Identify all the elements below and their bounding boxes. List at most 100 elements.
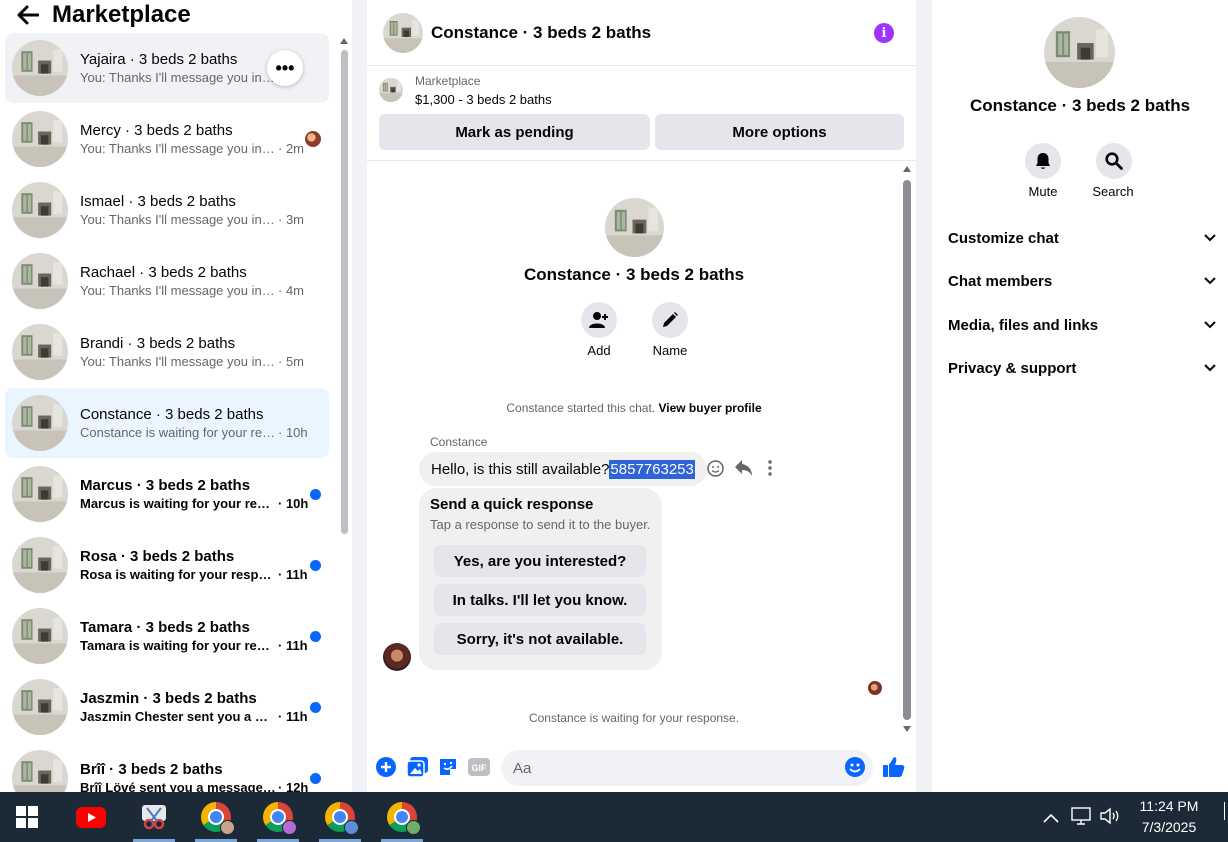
conversation-item[interactable]: Rosa · 3 beds 2 baths Rosa is waiting for…: [5, 530, 329, 600]
conversation-item[interactable]: Marcus · 3 beds 2 baths Marcus is waiting…: [5, 459, 329, 529]
mute-button[interactable]: [1025, 143, 1061, 179]
conversation-preview-line: Tamara is waiting for your resp... · 11h: [80, 637, 310, 655]
conversation-avatar: [12, 537, 68, 593]
intro-avatar[interactable]: [605, 198, 664, 257]
more-actions-icon[interactable]: [767, 460, 773, 481]
conversation-more-button[interactable]: •••: [267, 50, 303, 86]
conversation-name: Ismael · 3 beds 2 baths: [80, 192, 236, 210]
chat-title[interactable]: Constance · 3 beds 2 baths: [431, 23, 651, 43]
selected-phone-number[interactable]: 5857763253: [609, 459, 695, 479]
conversation-item[interactable]: Tamara · 3 beds 2 baths Tamara is waiting…: [5, 601, 329, 671]
conversation-item[interactable]: Constance · 3 beds 2 baths Constance is w…: [5, 388, 329, 458]
sticker-icon[interactable]: [437, 756, 459, 778]
photo-icon[interactable]: [406, 756, 428, 778]
conversation-text: Rachael · 3 beds 2 baths You: Thanks I'll…: [80, 263, 310, 300]
emoji-icon[interactable]: [844, 756, 866, 778]
listing-thumbnail[interactable]: [379, 78, 403, 102]
conversation-preview: Brîî Lövé sent you a message a...: [80, 779, 276, 793]
conversation-item[interactable]: Brandi · 3 beds 2 baths You: Thanks I'll …: [5, 317, 329, 387]
bell-icon: [1036, 153, 1050, 169]
quick-response-yes-button[interactable]: Yes, are you interested?: [434, 545, 646, 577]
listing-price[interactable]: $1,300 - 3 beds 2 baths: [415, 92, 552, 107]
windows-taskbar: 11:24 PM 7/3/2025: [0, 792, 1228, 842]
chat-avatar[interactable]: [383, 12, 423, 53]
info-icon[interactable]: i: [874, 23, 894, 43]
conversation-item[interactable]: Rachael · 3 beds 2 baths You: Thanks I'll…: [5, 246, 329, 316]
conversation-avatar: [12, 182, 68, 238]
conversation-item[interactable]: Jaszmin · 3 beds 2 baths Jaszmin Chester …: [5, 672, 329, 742]
quick-response-in-talks-button[interactable]: In talks. I'll let you know.: [434, 584, 646, 616]
mute-label: Mute: [1028, 184, 1058, 199]
profile-badge: [406, 820, 421, 835]
chat-members-section[interactable]: Chat members: [948, 263, 1216, 299]
conversation-text: Constance · 3 beds 2 baths Constance is w…: [80, 405, 310, 442]
volume-icon[interactable]: [1100, 807, 1122, 830]
like-icon[interactable]: [883, 756, 905, 778]
chevron-down-icon: [1204, 321, 1216, 329]
youtube-icon: [76, 806, 106, 828]
scroll-down-icon[interactable]: [903, 726, 911, 732]
scroll-up-icon[interactable]: [903, 166, 911, 172]
view-buyer-profile-link[interactable]: View buyer profile: [658, 401, 761, 415]
youtube-app[interactable]: [66, 792, 116, 842]
conversation-time: · 11h: [278, 566, 308, 582]
chevron-up-icon[interactable]: [1043, 810, 1059, 828]
conversation-text: Mercy · 3 beds 2 baths You: Thanks I'll m…: [80, 121, 310, 158]
pencil-icon: [663, 312, 678, 327]
conversation-name: Brîî · 3 beds 2 baths: [80, 760, 223, 778]
system-clock[interactable]: 11:24 PM 7/3/2025: [1124, 796, 1214, 838]
conversation-avatar: [12, 466, 68, 522]
conversation-item[interactable]: Brîî · 3 beds 2 baths Brîî Lövé sent you …: [5, 743, 329, 792]
chat-scrollbar[interactable]: [901, 162, 913, 738]
chrome-app-4[interactable]: [377, 792, 427, 842]
message-bubble[interactable]: Hello, is this still available? 585776325…: [419, 452, 707, 486]
chrome-icon: [263, 802, 297, 835]
conversation-item[interactable]: Yajaira · 3 beds 2 baths You: Thanks I'll…: [5, 33, 329, 103]
chrome-app-1[interactable]: [191, 792, 241, 842]
page-title: Marketplace: [52, 1, 191, 28]
more-options-button[interactable]: More options: [655, 114, 904, 150]
media-files-links-section[interactable]: Media, files and links: [948, 307, 1216, 343]
snipping-tool-app[interactable]: [129, 792, 179, 842]
quick-response-sorry-button[interactable]: Sorry, it's not available.: [434, 623, 646, 655]
reply-icon[interactable]: [735, 460, 753, 481]
chevron-down-icon: [1204, 277, 1216, 285]
scroll-up-icon[interactable]: [340, 38, 348, 44]
conversation-name: Rachael · 3 beds 2 baths: [80, 263, 247, 281]
conversation-preview-line: You: Thanks I'll message you in a ... · 4…: [80, 282, 310, 300]
conversation-preview-line: Marcus is waiting for your resp... · 10h: [80, 495, 310, 513]
conversation-name: Brandi · 3 beds 2 baths: [80, 334, 236, 352]
buyer-avatar[interactable]: [383, 643, 411, 671]
message-input[interactable]: [501, 750, 873, 786]
unread-dot: [310, 489, 321, 500]
gif-icon[interactable]: GIF: [468, 756, 490, 778]
chevron-down-icon: [1204, 364, 1216, 372]
chat-started-note: Constance started this chat. View buyer …: [367, 401, 901, 415]
chrome-app-2[interactable]: [253, 792, 303, 842]
plus-icon[interactable]: [375, 756, 397, 778]
react-icon[interactable]: [707, 460, 724, 482]
add-person-button[interactable]: [581, 302, 617, 338]
privacy-support-section[interactable]: Privacy & support: [948, 350, 1216, 386]
sidebar-scrollbar[interactable]: [338, 36, 350, 792]
conversation-time: · 10h: [278, 495, 309, 511]
name-chat-button[interactable]: [652, 302, 688, 338]
conversation-item[interactable]: Ismael · 3 beds 2 baths You: Thanks I'll …: [5, 175, 329, 245]
mark-as-pending-button[interactable]: Mark as pending: [379, 114, 650, 150]
conversation-item[interactable]: Mercy · 3 beds 2 baths You: Thanks I'll m…: [5, 104, 329, 174]
conversation-preview: You: Thanks I'll message you in a ...: [80, 211, 276, 227]
start-button[interactable]: [2, 792, 52, 842]
search-button[interactable]: [1096, 143, 1132, 179]
conversation-preview-line: Rosa is waiting for your respo... · 11h: [80, 566, 310, 584]
chrome-app-3[interactable]: [315, 792, 365, 842]
customize-chat-section[interactable]: Customize chat: [948, 220, 1216, 256]
intro-name: Constance · 3 beds 2 baths: [523, 265, 745, 284]
started-text: Constance started this chat.: [506, 401, 656, 415]
info-avatar[interactable]: [1044, 17, 1115, 88]
show-desktop-button[interactable]: [1224, 802, 1227, 820]
back-arrow-icon[interactable]: [16, 3, 40, 27]
listing-card: Marketplace $1,300 - 3 beds 2 baths Mark…: [367, 66, 916, 161]
network-icon[interactable]: [1071, 807, 1093, 830]
sidebar-scroll-thumb[interactable]: [341, 50, 348, 534]
chat-scroll-thumb[interactable]: [903, 180, 911, 720]
